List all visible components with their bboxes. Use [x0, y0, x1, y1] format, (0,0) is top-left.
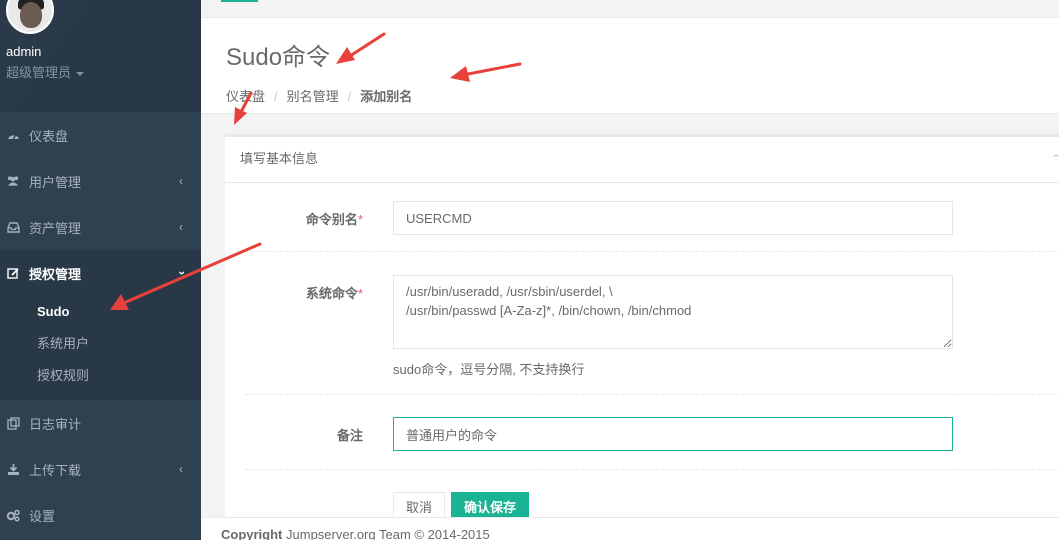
- required-mark: *: [357, 286, 363, 301]
- copy-icon: [6, 416, 20, 430]
- chevron-down-icon: ‹: [174, 271, 188, 275]
- sidebar-item-label: 授权管理: [29, 266, 82, 282]
- sidebar-item-settings[interactable]: 设置: [0, 492, 201, 538]
- command-textarea[interactable]: /usr/bin/useradd, /usr/sbin/userdel, \ /…: [393, 275, 953, 349]
- chevron-left-icon: ‹: [179, 174, 183, 188]
- sidebar-subitem-system-users[interactable]: 系统用户: [0, 328, 201, 360]
- page-title: Sudo命令: [226, 44, 331, 71]
- dashboard-icon: [6, 128, 20, 142]
- panel-title: 填写基本信息 ⌃: [225, 137, 1059, 183]
- note-input[interactable]: [393, 417, 953, 451]
- profile-role-dropdown[interactable]: 超级管理员: [6, 62, 85, 81]
- avatar[interactable]: [6, 0, 54, 34]
- sidebar-item-label: 设置: [29, 508, 56, 524]
- sidebar-item-label: 仪表盘: [29, 128, 69, 144]
- divider: [245, 394, 1059, 395]
- caret-down-icon: [76, 71, 85, 76]
- note-label: 备注: [336, 428, 363, 443]
- form-panel: 填写基本信息 ⌃ 命令别名* 系统命令* /usr/bin/useradd, /…: [225, 134, 1059, 523]
- users-icon: [6, 174, 20, 188]
- breadcrumb-current: 添加别名: [360, 89, 413, 104]
- top-navbar: [201, 0, 1059, 18]
- profile-role: 超级管理员: [6, 65, 72, 80]
- sidebar-item-label: 日志审计: [29, 416, 82, 432]
- sidebar-item-audit[interactable]: 日志审计: [0, 400, 201, 446]
- command-label: 系统命令*: [305, 286, 363, 301]
- sidebar-nav: 仪表盘 用户管理 ‹ 资产管理 ‹ 授权管理 ‹ Sudo 系统用户 授权规则 …: [0, 112, 201, 538]
- footer-text: Jumpserver.org Team © 2014-2015: [286, 527, 490, 540]
- profile-username: admin: [6, 44, 42, 59]
- gears-icon: [6, 508, 20, 522]
- navbar-toggle-button[interactable]: [221, 0, 258, 2]
- alias-label: 命令别名*: [305, 212, 363, 227]
- divider: [245, 469, 1059, 470]
- command-help-text: sudo命令，逗号分隔, 不支持换行: [393, 362, 585, 377]
- page-heading: Sudo命令 仪表盘 / 别名管理 / 添加别名: [201, 18, 1059, 114]
- breadcrumb-dashboard[interactable]: 仪表盘: [226, 89, 265, 104]
- chevron-left-icon: ‹: [179, 462, 183, 476]
- sidebar-item-label: 上传下载: [29, 462, 82, 478]
- chevron-left-icon: ‹: [179, 220, 183, 234]
- profile-panel: admin 超级管理员: [0, 0, 201, 112]
- required-mark: *: [357, 212, 363, 227]
- footer: Copyright Jumpserver.org Team © 2014-201…: [201, 517, 1059, 540]
- sidebar-item-transfer[interactable]: 上传下载 ‹: [0, 446, 201, 492]
- sidebar-item-assets[interactable]: 资产管理 ‹: [0, 204, 201, 250]
- sidebar-subitem-rules[interactable]: 授权规则: [0, 360, 201, 392]
- sidebar-item-dashboard[interactable]: 仪表盘: [0, 112, 201, 158]
- sidebar-submenu: Sudo 系统用户 授权规则: [0, 296, 201, 400]
- divider: [245, 251, 1059, 252]
- breadcrumb-alias-manage[interactable]: 别名管理: [287, 89, 339, 104]
- sidebar-item-permissions[interactable]: 授权管理 ‹: [0, 250, 201, 296]
- sidebar-item-label: 用户管理: [29, 174, 82, 190]
- sidebar-item-label: 资产管理: [29, 220, 82, 236]
- footer-brand: Copyright: [221, 527, 283, 540]
- sidebar-item-users[interactable]: 用户管理 ‹: [0, 158, 201, 204]
- breadcrumb: 仪表盘 / 别名管理 / 添加别名: [226, 89, 413, 104]
- download-icon: [6, 462, 20, 476]
- edit-icon: [6, 266, 20, 280]
- sidebar-subitem-sudo[interactable]: Sudo: [0, 296, 201, 328]
- sidebar: admin 超级管理员 仪表盘 用户管理 ‹ 资产管理 ‹ 授权管理 ‹ Sud…: [0, 0, 201, 540]
- alias-input[interactable]: [393, 201, 953, 235]
- chevron-up-icon[interactable]: ⌃: [1051, 137, 1059, 181]
- panel-title-text: 填写基本信息: [240, 151, 319, 166]
- inbox-icon: [6, 220, 20, 234]
